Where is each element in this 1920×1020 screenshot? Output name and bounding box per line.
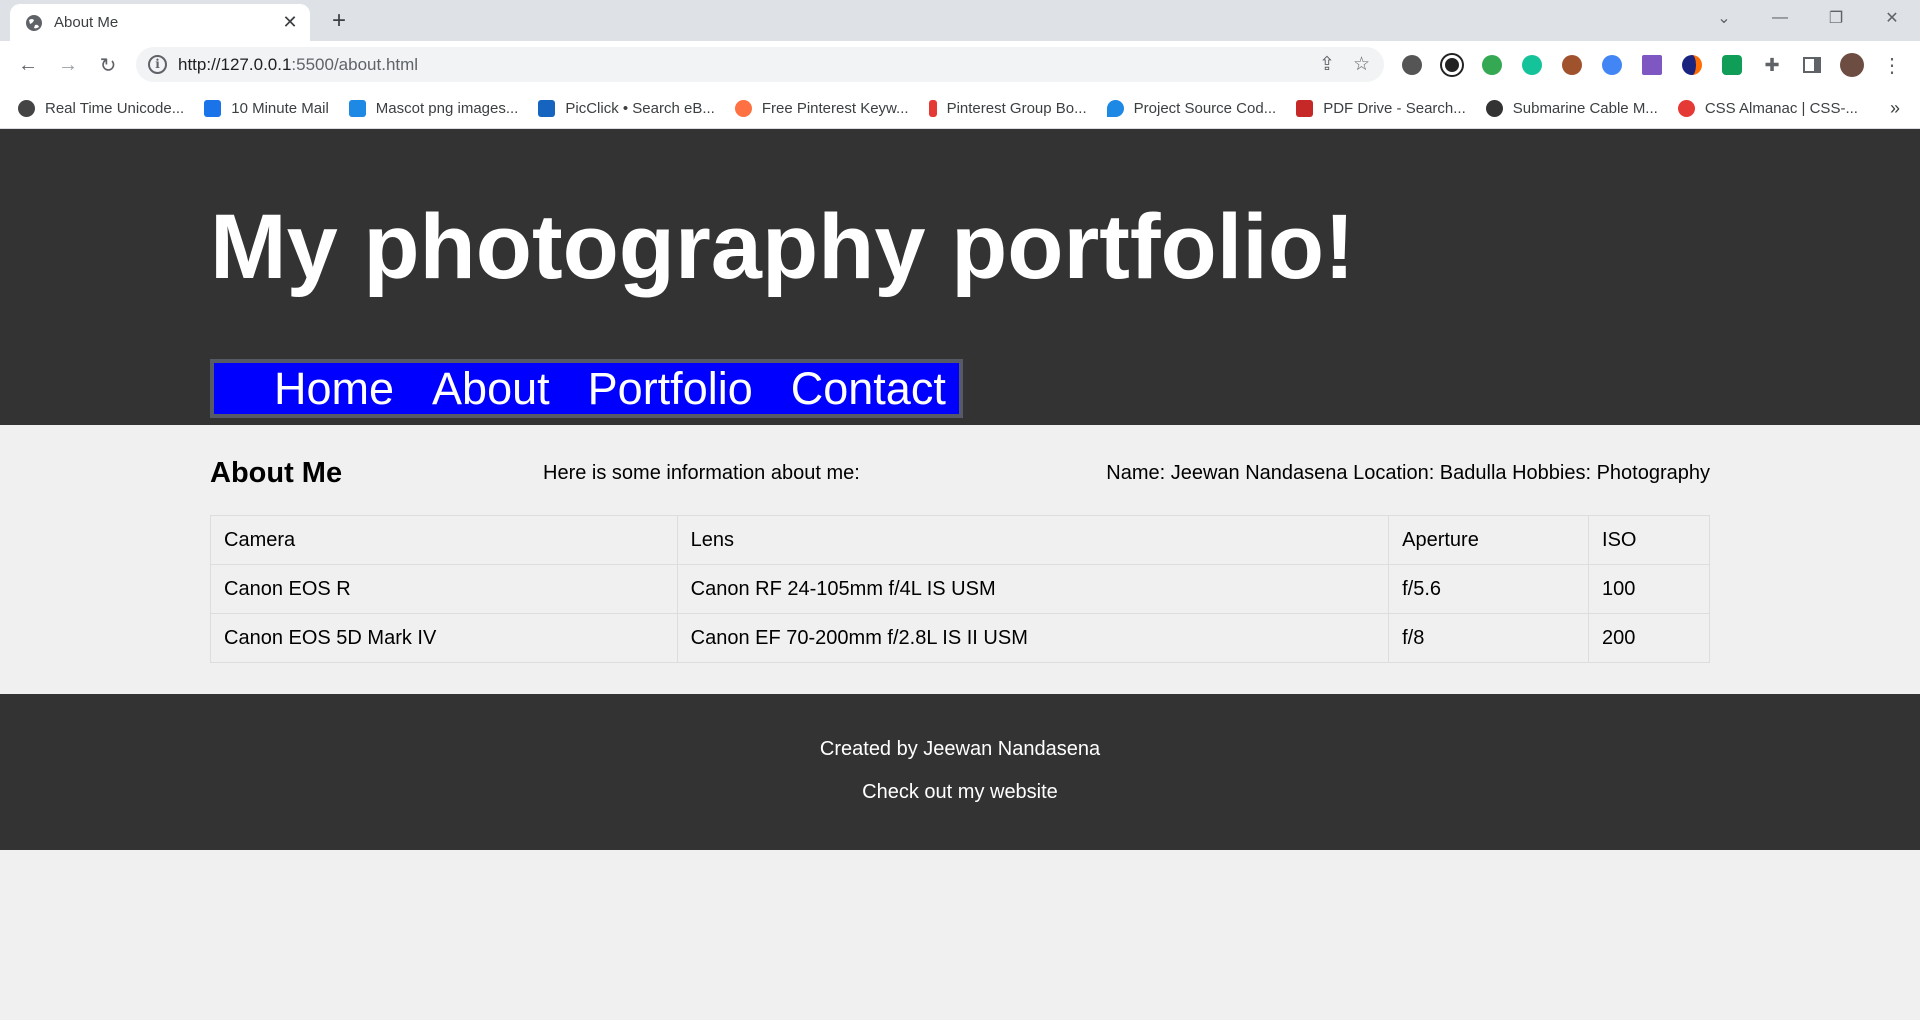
web-page: My photography portfolio! Home About Por… — [0, 129, 1920, 1020]
nav-link-about[interactable]: About — [432, 366, 550, 411]
bookmark-favicon-icon — [538, 99, 556, 117]
nav-link-contact[interactable]: Contact — [791, 366, 946, 411]
tab-search-icon[interactable]: ⌄ — [1696, 0, 1752, 36]
column-header-iso: ISO — [1588, 515, 1710, 565]
extension-icon[interactable] — [1398, 51, 1426, 79]
column-header-camera: Camera — [210, 515, 678, 565]
puzzle-icon[interactable]: ✚ — [1758, 51, 1786, 79]
browser-toolbar: ← → ↻ i http://127.0.0.1:5500/about.html… — [0, 41, 1920, 88]
bookmark-item[interactable]: Submarine Cable M... — [1485, 99, 1658, 117]
column-header-aperture: Aperture — [1388, 515, 1590, 565]
side-panel-icon[interactable] — [1798, 51, 1826, 79]
table-cell-aperture: f/5.6 — [1388, 564, 1590, 614]
bookmark-favicon-icon — [1296, 99, 1314, 117]
bookmark-item[interactable]: Pinterest Group Bo... — [928, 99, 1087, 117]
chart-extension-icon[interactable] — [1638, 51, 1666, 79]
close-window-icon[interactable]: ✕ — [1864, 0, 1920, 36]
restore-icon[interactable]: ❐ — [1808, 0, 1864, 36]
browser-tab-strip: About Me ✕ + ⌄ — ❐ ✕ — [0, 0, 1920, 41]
more-menu-icon[interactable]: ⋮ — [1878, 51, 1906, 79]
address-bar[interactable]: i http://127.0.0.1:5500/about.html ⇪ ☆ — [136, 47, 1384, 82]
bookmarks-bar: Real Time Unicode... 10 Minute Mail Masc… — [0, 88, 1920, 129]
table-cell-lens: Canon EF 70-200mm f/2.8L IS II USM — [676, 613, 1390, 663]
bookmark-item[interactable]: Mascot png images... — [348, 99, 518, 117]
url-text[interactable]: http://127.0.0.1:5500/about.html — [178, 55, 418, 75]
bookmark-item[interactable]: PDF Drive - Search... — [1296, 99, 1466, 117]
extension-icon[interactable] — [1438, 51, 1466, 79]
bookmark-favicon-icon — [734, 99, 752, 117]
main-nav: Home About Portfolio Contact — [210, 359, 963, 418]
gear-table: Camera Lens Aperture ISO Canon EOS R Can… — [210, 515, 1710, 663]
window-controls: ⌄ — ❐ ✕ — [1696, 0, 1920, 36]
bookmark-item[interactable]: CSS Almanac | CSS-... — [1677, 99, 1858, 117]
table-row: Canon EOS 5D Mark IV Canon EF 70-200mm f… — [210, 613, 1710, 663]
bookmark-item[interactable]: PicClick • Search eB... — [538, 99, 715, 117]
extension-icon[interactable] — [1678, 51, 1706, 79]
table-header-row: Camera Lens Aperture ISO — [210, 515, 1710, 565]
minimize-icon[interactable]: — — [1752, 0, 1808, 36]
browser-tab[interactable]: About Me ✕ — [10, 4, 310, 41]
avatar[interactable] — [1838, 51, 1866, 79]
site-title: My photography portfolio! — [210, 196, 1355, 298]
about-intro-row: About Me Here is some information about … — [210, 453, 1710, 493]
bookmark-favicon-icon — [348, 99, 366, 117]
grammarly-icon[interactable] — [1518, 51, 1546, 79]
bookmark-favicon-icon — [18, 99, 35, 117]
tab-close-icon[interactable]: ✕ — [280, 12, 300, 33]
bookmark-item[interactable]: Real Time Unicode... — [18, 99, 184, 117]
nav-link-portfolio[interactable]: Portfolio — [588, 366, 753, 411]
bookmark-item[interactable]: Project Source Cod... — [1106, 99, 1276, 117]
footer-credit: Created by Jeewan Nandasena — [819, 738, 1101, 760]
reload-icon[interactable]: ↻ — [92, 49, 124, 81]
about-intro-text: Here is some information about me: — [543, 462, 860, 484]
bookmark-star-icon[interactable]: ☆ — [1353, 53, 1370, 76]
table-cell-camera: Canon EOS 5D Mark IV — [210, 613, 678, 663]
column-header-lens: Lens — [676, 515, 1390, 565]
url-host: http://127.0.0.1 — [178, 55, 292, 74]
tab-title: About Me — [54, 14, 119, 31]
extension-icon[interactable] — [1478, 51, 1506, 79]
bookmark-favicon-icon — [1106, 99, 1124, 117]
globe-icon — [26, 14, 42, 31]
table-cell-iso: 200 — [1588, 613, 1710, 663]
site-footer: Created by Jeewan Nandasena Check out my… — [0, 694, 1920, 850]
new-tab-button[interactable]: + — [325, 7, 353, 35]
back-icon[interactable]: ← — [12, 49, 44, 81]
table-cell-lens: Canon RF 24-105mm f/4L IS USM — [676, 564, 1390, 614]
bookmark-item[interactable]: 10 Minute Mail — [204, 99, 329, 117]
extensions-bar: ✚ ⋮ — [1398, 51, 1906, 79]
about-details-text: Name: Jeewan Nandasena Location: Badulla… — [1106, 462, 1710, 484]
extension-icon[interactable] — [1718, 51, 1746, 79]
cookie-icon[interactable] — [1558, 51, 1586, 79]
about-heading: About Me — [210, 457, 343, 489]
extension-icon[interactable] — [1598, 51, 1626, 79]
table-cell-aperture: f/8 — [1388, 613, 1590, 663]
share-icon[interactable]: ⇪ — [1319, 53, 1335, 76]
table-row: Canon EOS R Canon RF 24-105mm f/4L IS US… — [210, 564, 1710, 614]
bookmark-favicon-icon — [928, 99, 937, 117]
table-cell-camera: Canon EOS R — [210, 564, 678, 614]
nav-link-home[interactable]: Home — [274, 366, 394, 411]
info-icon[interactable]: i — [148, 55, 167, 74]
site-header: My photography portfolio! Home About Por… — [0, 129, 1920, 425]
bookmark-favicon-icon — [204, 99, 222, 117]
bookmark-item[interactable]: Free Pinterest Keyw... — [734, 99, 909, 117]
url-path: :5500/about.html — [291, 55, 419, 74]
bookmark-favicon-icon — [1485, 99, 1503, 117]
forward-icon[interactable]: → — [52, 49, 84, 81]
bookmark-favicon-icon — [1677, 99, 1695, 117]
table-cell-iso: 100 — [1588, 564, 1710, 614]
footer-website-link[interactable]: Check out my website — [0, 781, 1920, 804]
bookmarks-more-icon[interactable]: » — [1890, 98, 1900, 119]
